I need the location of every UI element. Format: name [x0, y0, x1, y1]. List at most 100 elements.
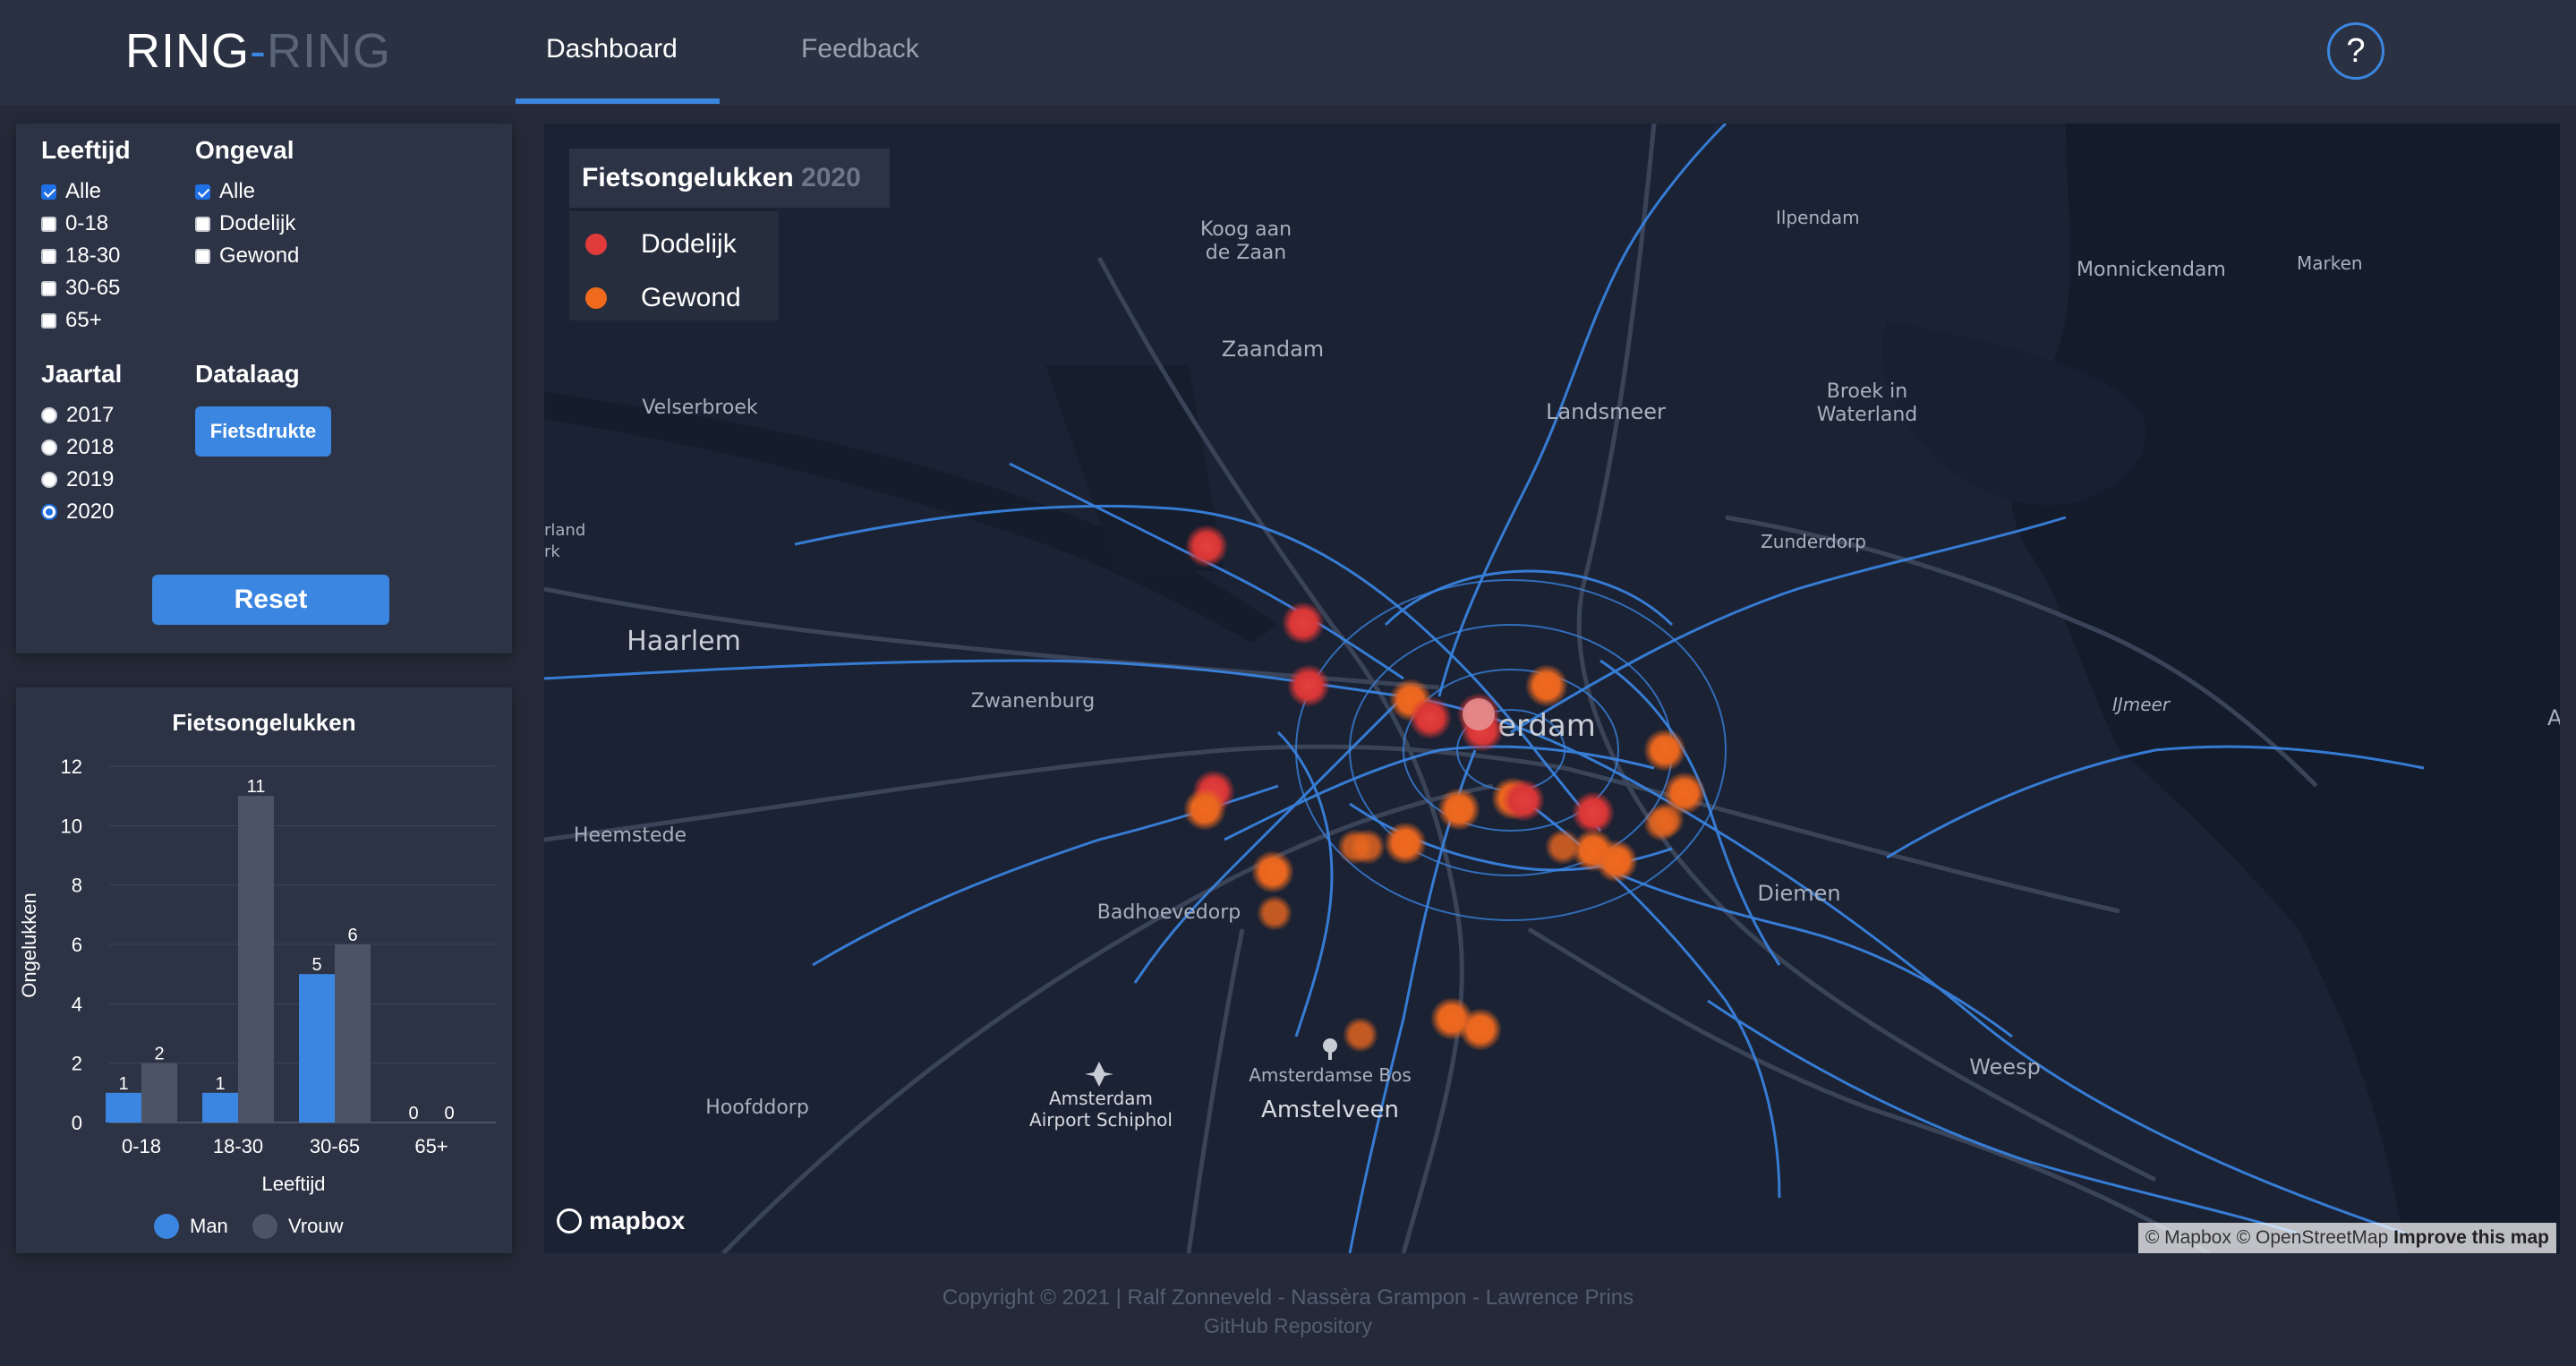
- bar-vrouw[interactable]: [335, 944, 371, 1123]
- bar-man[interactable]: [106, 1092, 141, 1123]
- map-canvas[interactable]: Koog aan de Zaan Ilpendam Monnickendam M…: [544, 124, 2560, 1253]
- legend-swatch-man[interactable]: [154, 1214, 179, 1239]
- ongeval-option-gewond[interactable]: Gewond: [195, 243, 299, 269]
- y-tick-label: 8: [72, 875, 82, 897]
- legend-year: 2020: [801, 163, 861, 192]
- accident-marker-gewond[interactable]: [1459, 1008, 1502, 1051]
- orange-dot-icon: [585, 287, 607, 309]
- leeftijd-option-30-65[interactable]: 30-65: [41, 276, 120, 301]
- accident-marker-dodelijk[interactable]: [1282, 602, 1325, 645]
- brand-logo[interactable]: RING-RING: [125, 23, 391, 79]
- accident-marker-gewond[interactable]: [1643, 729, 1686, 772]
- leeftijd-option-alle[interactable]: Alle: [41, 179, 101, 204]
- checkbox[interactable]: [195, 248, 210, 264]
- airport-icon: [1085, 1062, 1113, 1087]
- leeftijd-option-65plus[interactable]: 65+: [41, 308, 102, 333]
- github-link[interactable]: GitHub Repository: [0, 1314, 2576, 1338]
- fietsdrukte-button[interactable]: Fietsdrukte: [195, 406, 331, 457]
- option-label: Alle: [65, 179, 102, 203]
- attribution-mapbox-link[interactable]: © Mapbox: [2145, 1227, 2231, 1248]
- place-label: A: [2547, 705, 2560, 730]
- tab-feedback[interactable]: Feedback: [801, 34, 919, 64]
- bar-vrouw[interactable]: [238, 796, 274, 1123]
- help-button[interactable]: ?: [2327, 22, 2384, 80]
- jaartal-option-2019[interactable]: 2019: [41, 467, 114, 492]
- place-label: Landsmeer: [1546, 399, 1666, 424]
- radio-button[interactable]: [41, 504, 57, 520]
- place-label: Ilpendam: [1776, 207, 1860, 228]
- place-label: Badhoevedorp: [1097, 901, 1241, 924]
- ongeval-option-dodelijk[interactable]: Dodelijk: [195, 211, 295, 236]
- bar-value-label: 5: [311, 955, 321, 975]
- place-label: Zwanenburg: [971, 690, 1096, 713]
- accident-marker-gewond[interactable]: [1595, 840, 1638, 883]
- bar-man[interactable]: [299, 974, 335, 1123]
- accident-marker-gewond[interactable]: [1183, 788, 1226, 831]
- bar-vrouw[interactable]: [141, 1063, 177, 1123]
- place-label: Weesp: [1969, 1054, 2041, 1080]
- x-tick-label: 30-65: [310, 1135, 360, 1157]
- radio-button[interactable]: [41, 440, 57, 456]
- jaartal-option-2020[interactable]: 2020: [41, 499, 114, 525]
- accident-marker-dodelijk[interactable]: [1572, 791, 1615, 834]
- x-tick-label: 18-30: [213, 1135, 263, 1157]
- place-label: erdam: [1497, 708, 1596, 744]
- accident-marker-gewond[interactable]: [1525, 664, 1568, 707]
- leeftijd-option-0-18[interactable]: 0-18: [41, 211, 108, 236]
- place-label: Diemen: [1757, 881, 1840, 906]
- option-label: 65+: [65, 308, 102, 332]
- checkbox[interactable]: [195, 184, 210, 200]
- checkbox[interactable]: [41, 216, 56, 232]
- accident-marker-dodelijk[interactable]: [1409, 696, 1452, 739]
- checkbox[interactable]: [41, 184, 56, 200]
- legend-label: Vrouw: [288, 1215, 344, 1237]
- y-tick-label: 6: [72, 934, 82, 956]
- accident-marker-gewond[interactable]: [1384, 822, 1427, 865]
- accident-marker-dodelijk[interactable]: [1287, 664, 1330, 707]
- bar-value-label: 6: [347, 926, 357, 945]
- reset-button[interactable]: Reset: [152, 575, 389, 625]
- y-tick-label: 12: [61, 756, 82, 778]
- bar-value-label: 2: [154, 1045, 164, 1064]
- accident-marker-gewond[interactable]: [1251, 850, 1294, 893]
- filter-panel: Leeftijd Alle 0-18 18-30 30-65 65+ Ongev…: [16, 124, 512, 653]
- legend-swatch-vrouw[interactable]: [252, 1214, 277, 1239]
- tab-dashboard[interactable]: Dashboard: [546, 34, 678, 64]
- mapbox-logo[interactable]: mapbox: [557, 1207, 685, 1235]
- accident-marker-dodelijk[interactable]: [1185, 525, 1228, 568]
- attribution-osm-link[interactable]: © OpenStreetMap: [2237, 1227, 2389, 1248]
- park-tree-icon: [1323, 1038, 1337, 1060]
- bar-value-label: 1: [215, 1074, 225, 1094]
- jaartal-heading: Jaartal: [41, 360, 123, 388]
- water-ijmeer: [2010, 124, 2560, 1253]
- accident-marker-dodelijk[interactable]: [1502, 779, 1545, 822]
- checkbox[interactable]: [41, 248, 56, 264]
- accident-marker-glow: [1257, 895, 1292, 931]
- jaartal-option-2018[interactable]: 2018: [41, 435, 114, 460]
- bar-chart: Fietsongelukken 024681012 12111560 0 0-18…: [18, 709, 496, 1239]
- jaartal-option-2017[interactable]: 2017: [41, 403, 114, 428]
- option-label: 30-65: [65, 276, 121, 300]
- option-label: 0-18: [65, 211, 109, 235]
- ongeval-option-alle[interactable]: Alle: [195, 179, 255, 204]
- radio-button[interactable]: [41, 407, 57, 423]
- road-network: [544, 124, 2318, 1253]
- radio-button[interactable]: [41, 472, 57, 488]
- option-label: 2018: [66, 435, 115, 459]
- y-axis-label: Ongelukken: [18, 892, 40, 997]
- checkbox[interactable]: [195, 216, 210, 232]
- brand-dash: -: [250, 24, 267, 78]
- place-label: Amsterdam: [1049, 1088, 1153, 1109]
- bar-man[interactable]: [202, 1092, 238, 1123]
- y-tick-label: 2: [72, 1053, 82, 1075]
- map-view[interactable]: Koog aan de Zaan Ilpendam Monnickendam M…: [544, 124, 2560, 1253]
- checkbox[interactable]: [41, 280, 56, 296]
- improve-map-link[interactable]: Improve this map: [2393, 1227, 2549, 1248]
- accident-marker-gewond[interactable]: [1437, 788, 1480, 831]
- checkbox[interactable]: [41, 312, 56, 329]
- legend-title: Fietsongelukken 2020: [569, 149, 890, 208]
- legend-title-text: Fietsongelukken: [582, 163, 794, 192]
- leeftijd-option-18-30[interactable]: 18-30: [41, 243, 120, 269]
- place-label: Hoofddorp: [705, 1097, 809, 1119]
- legend-item-dodelijk: Dodelijk: [585, 229, 737, 260]
